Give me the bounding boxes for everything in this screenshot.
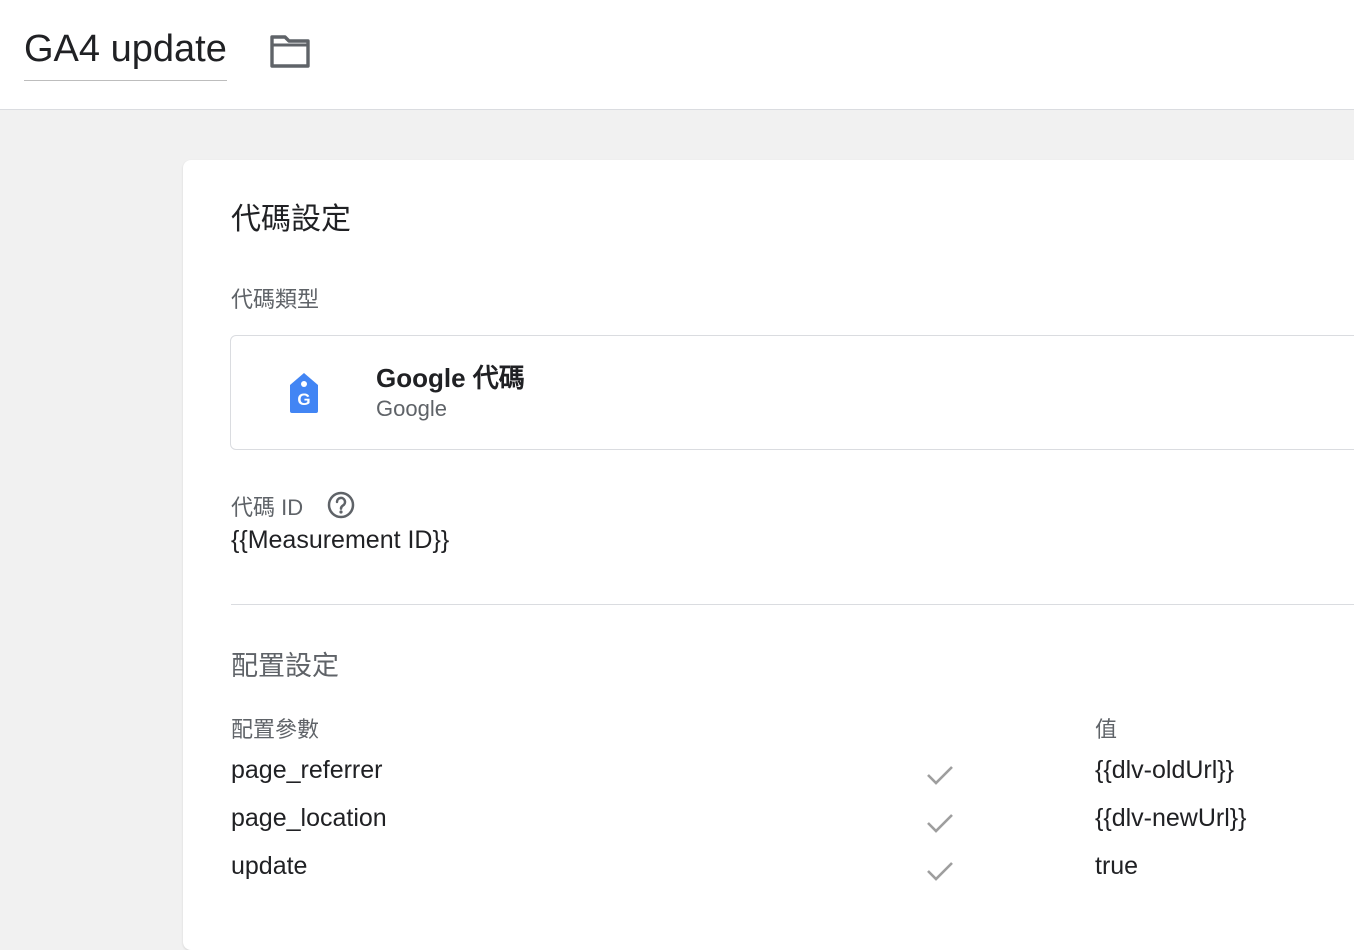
- card-title: 代碼設定: [231, 203, 351, 236]
- config-value-header: 值: [1095, 717, 1118, 742]
- config-param-name: update: [231, 852, 308, 880]
- help-icon[interactable]: [326, 490, 356, 520]
- tag-name-field[interactable]: GA4 update: [24, 26, 227, 81]
- check-icon: [927, 766, 953, 785]
- divider: [231, 604, 1354, 605]
- config-param-header: 配置參數: [231, 717, 320, 742]
- tag-type-name: Google 代碼: [376, 363, 525, 393]
- tag-id-value: {{Measurement ID}}: [231, 526, 450, 554]
- config-param-value: {{dlv-newUrl}}: [1095, 804, 1247, 832]
- top-bar: GA4 update: [0, 0, 1354, 110]
- google-tag-icon: G: [290, 373, 318, 413]
- config-param-name: page_referrer: [231, 756, 383, 784]
- tag-type-vendor: Google: [376, 396, 447, 421]
- config-param-value: true: [1095, 852, 1139, 880]
- folder-icon[interactable]: [268, 30, 312, 70]
- check-icon: [927, 862, 953, 881]
- svg-text:G: G: [297, 390, 310, 409]
- config-section-title: 配置設定: [231, 651, 339, 681]
- page-title[interactable]: GA4 update: [24, 26, 227, 72]
- check-icon: [927, 814, 953, 833]
- tag-type-label: 代碼類型: [231, 287, 320, 312]
- config-param-value: {{dlv-oldUrl}}: [1095, 756, 1234, 784]
- config-param-name: page_location: [231, 804, 387, 832]
- tag-configuration-card: 代碼設定 代碼類型 G Google 代碼 Google 代碼 ID {{Mea…: [183, 160, 1354, 950]
- tag-id-label: 代碼 ID: [231, 495, 304, 520]
- tag-type-selector[interactable]: G Google 代碼 Google: [230, 335, 1354, 450]
